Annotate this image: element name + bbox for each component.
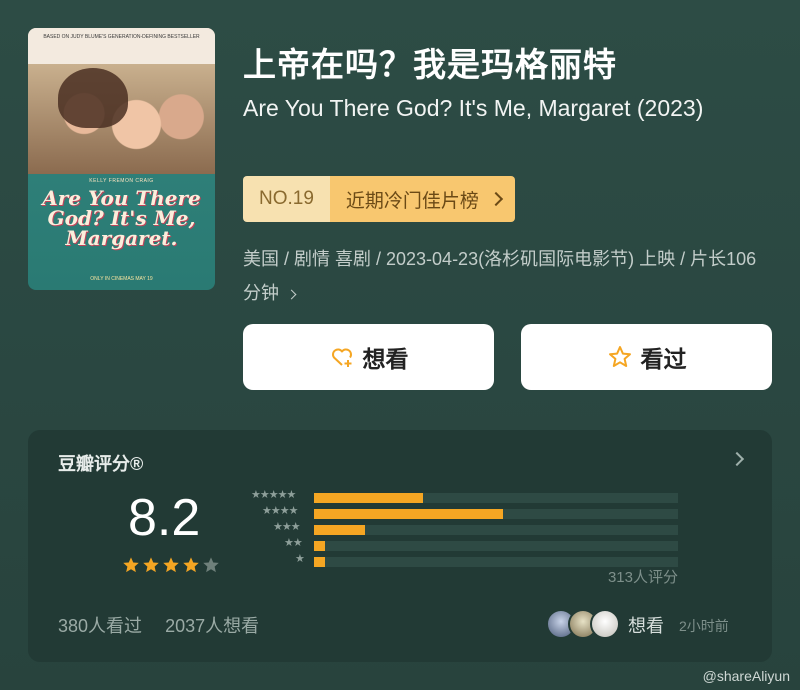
friend-avatars[interactable] [546, 609, 620, 639]
distribution-stars-label: ★★★★★ [251, 489, 296, 501]
distribution-stars-label: ★★★★ [262, 505, 298, 517]
star-filled-icon [143, 557, 159, 573]
distribution-track [314, 493, 678, 503]
distribution-stars-label: ★ [295, 553, 305, 565]
want-button[interactable]: 想看 [243, 324, 494, 390]
audience-stats: 380人看过 2037人想看 [58, 612, 259, 638]
distribution-track [314, 541, 678, 551]
distribution-row: ★★★★ [238, 505, 678, 522]
distribution-row: ★★ [238, 537, 678, 554]
distribution-row: ★★★ [238, 521, 678, 538]
poster-credit: KELLY FREMON CRAIG [89, 178, 154, 184]
heart-plus-icon [331, 348, 352, 367]
movie-title-cn: 上帝在吗？我是玛格丽特 [243, 46, 617, 83]
rank-list-name: 近期冷门佳片榜 [345, 190, 479, 212]
movie-info[interactable]: 美国 / 剧情 喜剧 / 2023-04-23(洛杉矶国际电影节) 上映 / 片… [243, 242, 763, 310]
star-empty-icon [203, 557, 219, 573]
poster-release: ONLY IN CINEMAS MAY 19 [90, 276, 153, 282]
rank-list: 近期冷门佳片榜 [329, 176, 515, 222]
votes-count[interactable]: 313人评分 [608, 566, 678, 587]
rating-section-title: 豆瓣评分® [58, 454, 144, 474]
friends-action: 想看 [628, 616, 664, 636]
friends-time: 2小时前 [679, 618, 729, 634]
chevron-right-icon [488, 191, 504, 207]
seen-label: 看过 [640, 346, 687, 372]
distribution-bar [314, 509, 504, 519]
want-count[interactable]: 2037人想看 [165, 616, 259, 636]
chevron-right-icon [286, 289, 297, 300]
movie-info-text: 美国 / 剧情 喜剧 / 2023-04-23(洛杉矶国际电影节) 上映 / 片… [243, 249, 757, 303]
distribution-track [314, 525, 678, 535]
distribution-stars-label: ★★ [284, 537, 303, 549]
distribution-bar [314, 493, 424, 503]
chevron-right-icon[interactable] [729, 451, 745, 467]
distribution-bar [314, 541, 325, 551]
rank-badge[interactable]: NO.19 近期冷门佳片榜 [243, 176, 515, 222]
rating-card[interactable]: 豆瓣评分® 8.2 ★★★★★ ★★★★ ★★★ ★★ ★ 313人评分 380人看过 … [28, 430, 772, 662]
distribution-bar [314, 557, 325, 567]
poster-tagline: BASED ON JUDY BLUME'S GENERATION-DEFININ… [43, 34, 200, 40]
distribution-stars-label: ★★★ [273, 521, 301, 533]
distribution-row: ★★★★★ [238, 489, 678, 506]
poster-title-art: Are You There God? It's Me, Margaret. [42, 186, 201, 250]
watermark: @shareAliyun [702, 668, 790, 684]
avatar [590, 609, 620, 639]
rating-score: 8.2 [128, 489, 201, 547]
distribution-bar [314, 525, 365, 535]
seen-button[interactable]: 看过 [521, 324, 772, 390]
movie-poster[interactable]: BASED ON JUDY BLUME'S GENERATION-DEFININ… [28, 28, 215, 290]
star-filled-icon [123, 557, 139, 573]
star-outline-icon [608, 346, 631, 367]
poster-figure [58, 68, 128, 128]
rating-stars [122, 556, 220, 574]
star-filled-icon [183, 557, 199, 573]
distribution-track [314, 509, 678, 519]
rank-number: NO.19 [243, 176, 330, 222]
movie-title-en: Are You There God? It's Me, Margaret (20… [243, 95, 704, 121]
want-label: 想看 [362, 346, 409, 372]
rating-distribution: ★★★★★ ★★★★ ★★★ ★★ ★ [238, 489, 678, 570]
seen-count[interactable]: 380人看过 [58, 616, 142, 636]
star-filled-icon [163, 557, 179, 573]
